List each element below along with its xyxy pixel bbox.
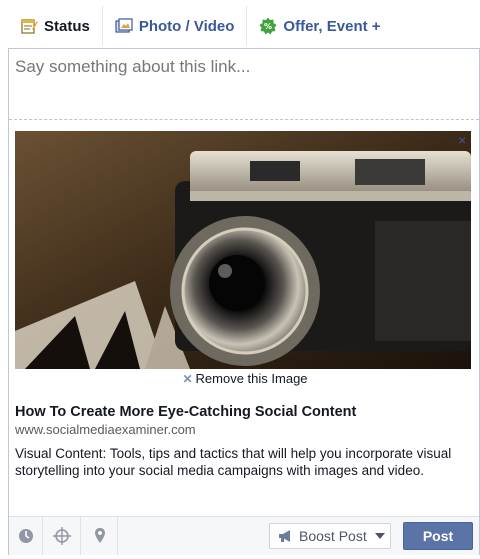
tab-status-label: Status: [44, 17, 90, 35]
svg-text:%: %: [264, 22, 272, 31]
footer-divider: [80, 517, 81, 555]
composer-footer: Boost Post Post: [9, 516, 479, 555]
tab-offer-event[interactable]: % Offer, Event +: [247, 6, 392, 46]
megaphone-icon: [279, 530, 290, 542]
composer-tabs: Status Photo / Video % Offer, Event +: [8, 4, 480, 48]
divider: [9, 119, 479, 120]
offer-icon: %: [259, 17, 277, 35]
footer-divider: [42, 517, 43, 555]
clock-icon[interactable]: [17, 527, 35, 545]
footer-divider: [117, 517, 118, 555]
boost-post-label: Boost Post: [299, 528, 367, 544]
remove-image-link[interactable]: ✕ Remove this Image: [9, 371, 480, 386]
tab-photo-video-label: Photo / Video: [138, 17, 235, 35]
status-input[interactable]: [9, 49, 479, 119]
tab-offer-event-label: Offer, Event +: [283, 17, 381, 35]
camera-photo: [15, 131, 471, 369]
link-preview-description[interactable]: Visual Content: Tools, tips and tactics …: [15, 445, 470, 479]
link-preview-title[interactable]: How To Create More Eye-Catching Social C…: [15, 404, 356, 420]
link-preview-image: [15, 131, 471, 369]
remove-icon: ✕: [182, 372, 193, 386]
composer-box: × ✕Remove this Image How To Create More …: [8, 48, 480, 555]
tab-status[interactable]: Status: [8, 6, 102, 46]
boost-post-button[interactable]: Boost Post: [269, 523, 391, 549]
composer: Status Photo / Video % Offer, Event + Sa…: [8, 0, 480, 559]
remove-image-label: Remove this Image: [195, 371, 308, 386]
tab-photo-video[interactable]: Photo / Video: [103, 6, 247, 46]
chevron-down-icon: [374, 533, 385, 539]
photo-icon: [115, 18, 133, 33]
link-preview-url: www.socialmediaexaminer.com: [15, 422, 196, 437]
status-icon: [21, 19, 38, 34]
post-button[interactable]: Post: [403, 522, 473, 550]
target-icon[interactable]: [53, 527, 71, 545]
location-pin-icon[interactable]: [91, 527, 109, 545]
remove-preview-close-icon[interactable]: ×: [458, 133, 466, 147]
